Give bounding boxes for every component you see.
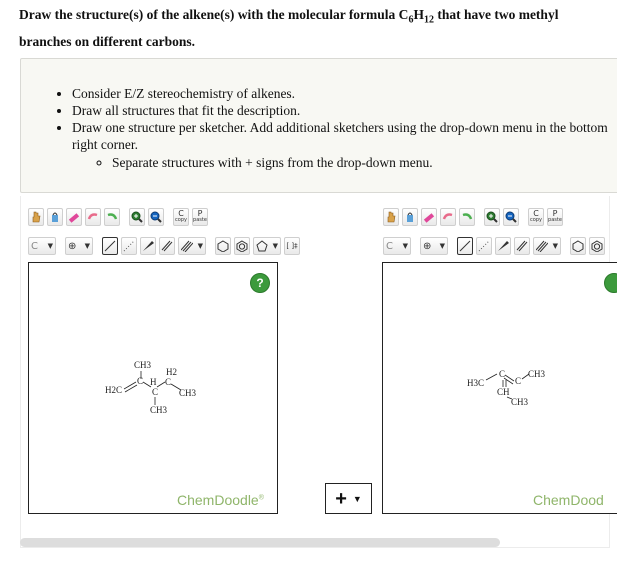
paste-button[interactable]: Ppaste <box>192 208 208 226</box>
help-icon[interactable] <box>604 273 617 293</box>
eraser-icon[interactable] <box>66 208 82 226</box>
hashed-bond-icon[interactable] <box>476 237 492 255</box>
redo-icon[interactable] <box>459 208 475 226</box>
molecule-structure-2: H3C C C CH3 CH CH3 <box>467 369 546 407</box>
hand-icon[interactable] <box>28 208 44 226</box>
copy-button[interactable]: Ccopy <box>173 208 189 226</box>
add-sketcher-dropdown[interactable]: + ▼ <box>325 483 372 514</box>
sketcher1-canvas[interactable]: CH3 H2 H2C C H C C CH3 CH3 ? ChemDoodle® <box>28 262 278 514</box>
svg-text:H2C: H2C <box>105 385 122 395</box>
svg-text:C: C <box>152 387 158 397</box>
instruction-item: Draw all structures that fit the descrip… <box>72 102 617 119</box>
sketcher2-canvas[interactable]: H3C C C CH3 CH CH3 ChemDood <box>382 262 617 514</box>
svg-text:H: H <box>150 377 157 387</box>
instruction-item: Draw one structure per sketcher. Add add… <box>72 119 617 171</box>
zoom-out-icon[interactable] <box>503 208 519 226</box>
svg-text:CH3: CH3 <box>150 405 168 415</box>
svg-text:CH3: CH3 <box>179 388 197 398</box>
wedge-bond-icon[interactable] <box>140 237 156 255</box>
horizontal-scrollbar[interactable] <box>20 538 500 547</box>
triple-bond-dropdown[interactable]: ▼ <box>178 237 206 255</box>
eraser-icon[interactable] <box>421 208 437 226</box>
single-bond-icon[interactable] <box>457 237 473 255</box>
zoom-in-icon[interactable] <box>484 208 500 226</box>
svg-text:H2: H2 <box>166 367 177 377</box>
question-line-2: branches on different carbons. <box>19 33 196 49</box>
chemdoodle-logo: ChemDood <box>533 492 604 508</box>
instruction-item: Consider E/Z stereochemistry of alkenes. <box>72 85 617 102</box>
copy-button[interactable]: Ccopy <box>528 208 544 226</box>
element-dropdown[interactable]: C ▼ <box>383 237 411 255</box>
cyclohexane-icon[interactable] <box>215 237 231 255</box>
question-text: Draw the structure(s) of the alkene(s) w… <box>19 4 617 52</box>
svg-text:C: C <box>137 376 143 386</box>
wedge-bond-icon[interactable] <box>495 237 511 255</box>
double-bond-icon[interactable] <box>159 237 175 255</box>
svg-text:C: C <box>499 369 505 379</box>
bracket-button[interactable]: [ ]‡ <box>284 237 300 255</box>
svg-text:C: C <box>165 377 171 387</box>
svg-text:CH: CH <box>497 387 510 397</box>
hashed-bond-icon[interactable] <box>121 237 137 255</box>
cyclohexane-icon[interactable] <box>570 237 586 255</box>
element-dropdown[interactable]: C ▼ <box>28 237 56 255</box>
triple-bond-dropdown[interactable]: ▼ <box>533 237 561 255</box>
help-icon[interactable]: ? <box>250 273 270 293</box>
svg-text:CH3: CH3 <box>134 360 152 370</box>
instructions-list: Consider E/Z stereochemistry of alkenes.… <box>72 85 617 171</box>
charge-dropdown[interactable]: ⊕ ▼ <box>65 237 93 255</box>
undo-icon[interactable] <box>440 208 456 226</box>
redo-icon[interactable] <box>104 208 120 226</box>
paste-button[interactable]: Ppaste <box>547 208 563 226</box>
sketcher1-toolbar-row1: Ccopy Ppaste <box>28 205 211 229</box>
sketcher1-toolbar-row2: C ▼ ⊕ ▼ ▼ ▼ [ ]‡ <box>28 234 303 258</box>
zoom-in-icon[interactable] <box>129 208 145 226</box>
sketcher2-toolbar-row1: Ccopy Ppaste <box>383 205 566 229</box>
instruction-sublist: Separate structures with + signs from th… <box>72 154 617 171</box>
benzene-icon[interactable] <box>234 237 250 255</box>
single-bond-icon[interactable] <box>102 237 118 255</box>
question-line-1: Draw the structure(s) of the alkene(s) w… <box>19 7 559 26</box>
hand-icon[interactable] <box>383 208 399 226</box>
lasso-icon[interactable] <box>47 208 63 226</box>
chemdoodle-logo: ChemDoodle® <box>177 492 264 508</box>
charge-dropdown[interactable]: ⊕ ▼ <box>420 237 448 255</box>
sketcher2-toolbar-row2: C ▼ ⊕ ▼ ▼ <box>383 234 608 258</box>
instruction-subitem: Separate structures with + signs from th… <box>112 154 617 171</box>
ring-dropdown[interactable]: ▼ <box>253 237 281 255</box>
undo-icon[interactable] <box>85 208 101 226</box>
benzene-icon[interactable] <box>589 237 605 255</box>
molecule-structure-1: CH3 H2 H2C C H C C CH3 CH3 <box>105 360 197 415</box>
lasso-icon[interactable] <box>402 208 418 226</box>
instructions-box: Consider E/Z stereochemistry of alkenes.… <box>20 58 617 193</box>
double-bond-icon[interactable] <box>514 237 530 255</box>
svg-text:C: C <box>515 376 521 386</box>
zoom-out-icon[interactable] <box>148 208 164 226</box>
svg-text:CH3: CH3 <box>528 369 546 379</box>
svg-text:H3C: H3C <box>467 378 484 388</box>
svg-text:CH3: CH3 <box>511 397 529 407</box>
